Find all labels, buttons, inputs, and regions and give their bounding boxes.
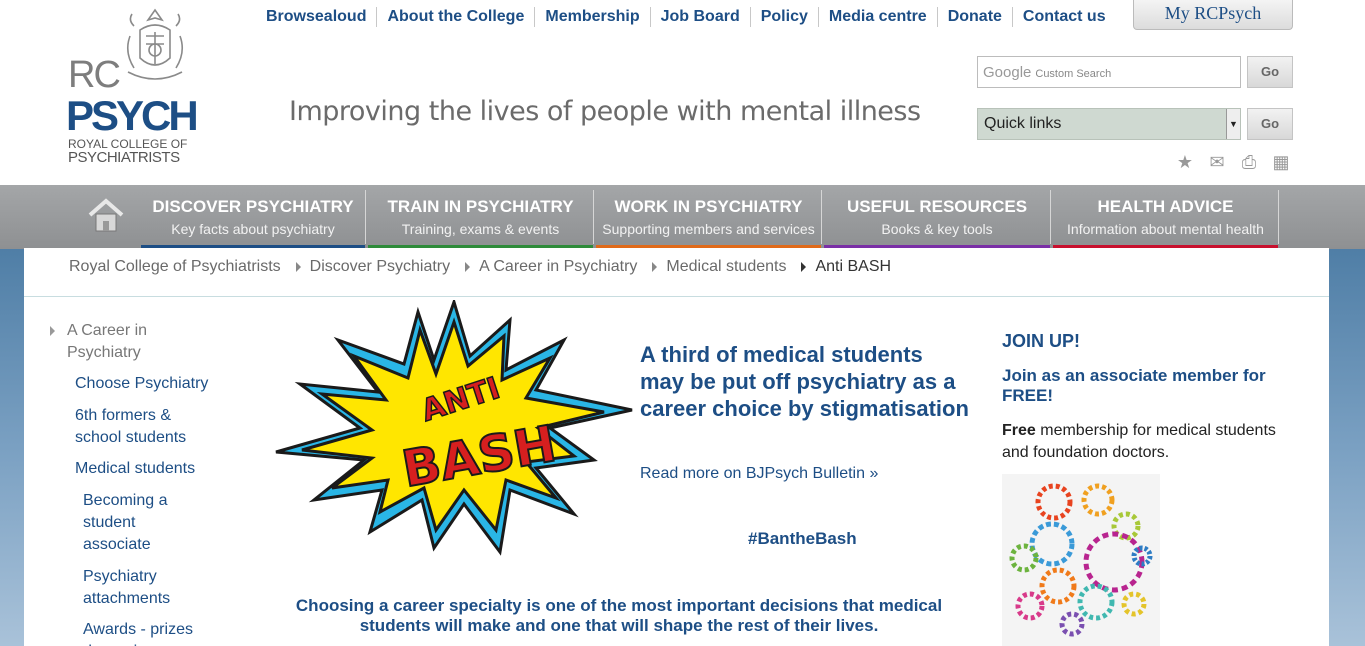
breadcrumb-arrow-icon xyxy=(652,262,658,272)
leftnav-awards[interactable]: Awards - prizes -bursaries xyxy=(48,619,198,646)
hashtag: #BantheBash xyxy=(748,529,857,548)
print-icon[interactable]: ⎙ xyxy=(1238,152,1260,172)
home-icon[interactable] xyxy=(86,197,126,233)
breadcrumb-discover[interactable]: Discover Psychiatry xyxy=(310,258,450,276)
nav-useful-resources[interactable]: USEFUL RESOURCES Books & key tools xyxy=(824,185,1050,249)
logo-subtitle-2: PSYCHIATRISTS xyxy=(68,149,180,166)
email-icon[interactable]: ✉ xyxy=(1206,152,1228,172)
breadcrumb-medical-students[interactable]: Medical students xyxy=(666,258,786,276)
nav-work-in-psychiatry[interactable]: WORK IN PSYCHIATRY Supporting members an… xyxy=(596,185,821,249)
breadcrumb-arrow-icon xyxy=(465,262,471,272)
quick-links-value: Quick links xyxy=(984,115,1062,132)
dropdown-arrow-icon: ▼ xyxy=(1226,109,1240,139)
read-more-link[interactable]: Read more on BJPsych Bulletin » xyxy=(640,465,878,483)
quick-links-go-button[interactable]: Go xyxy=(1247,108,1293,140)
join-up-heading: JOIN UP! xyxy=(1002,331,1081,351)
breadcrumb: Royal College of Psychiatrists Discover … xyxy=(69,258,891,276)
breadcrumb-career[interactable]: A Career in Psychiatry xyxy=(479,258,637,276)
search-go-button[interactable]: Go xyxy=(1247,56,1293,88)
breadcrumb-arrow-icon xyxy=(801,262,807,272)
nav-subtitle: Training, exams & events xyxy=(401,221,560,237)
main-navigation: DISCOVER PSYCHIATRY Key facts about psyc… xyxy=(0,185,1365,249)
nav-title: WORK IN PSYCHIATRY xyxy=(614,197,803,216)
nav-title: HEALTH ADVICE xyxy=(1097,197,1234,216)
logo-rc-text: RC xyxy=(68,54,121,96)
star-icon[interactable]: ★ xyxy=(1174,152,1196,172)
film-icon[interactable]: ▦ xyxy=(1270,152,1292,172)
free-rest: membership for medical students and foun… xyxy=(1002,422,1276,461)
free-membership-text: Free membership for medical students and… xyxy=(1002,420,1292,464)
crest-icon xyxy=(126,8,184,80)
nav-train-in-psychiatry[interactable]: TRAIN IN PSYCHIATRY Training, exams & ev… xyxy=(368,185,593,249)
nav-divider xyxy=(365,190,366,244)
nav-health-advice[interactable]: HEALTH ADVICE Information about mental h… xyxy=(1053,185,1278,249)
topnav-policy[interactable]: Policy xyxy=(749,7,818,27)
leftnav-psychiatry-attachments[interactable]: Psychiatry attachments xyxy=(48,566,198,610)
tagline: Improving the lives of people with menta… xyxy=(289,96,921,127)
gears-brain-image[interactable] xyxy=(1002,474,1160,646)
headline: A third of medical students may be put o… xyxy=(640,342,969,421)
nav-discover-psychiatry[interactable]: DISCOVER PSYCHIATRY Key facts about psyc… xyxy=(141,185,365,249)
nav-divider xyxy=(821,190,822,244)
leftnav-heading[interactable]: A Career in Psychiatry xyxy=(48,320,188,364)
anti-bash-graphic: ANTI BASH xyxy=(275,300,633,556)
page-tools: ★ ✉ ⎙ ▦ xyxy=(1174,152,1292,172)
left-navigation: A Career in Psychiatry Choose Psychiatry… xyxy=(48,320,238,646)
search-field[interactable]: Google Custom Search xyxy=(977,56,1241,88)
free-bold: Free xyxy=(1002,422,1036,439)
rcpsych-logo[interactable]: RC PSYCH ROYAL COLLEGE OF PSYCHIATRISTS xyxy=(66,6,206,170)
breadcrumb-current: Anti BASH xyxy=(815,258,892,275)
logo-psych-text: PSYCH xyxy=(66,92,199,139)
intro-paragraph: Choosing a career specialty is one of th… xyxy=(295,596,943,635)
top-navigation: Browsealoud About the College Membership… xyxy=(256,7,1116,27)
leftnav-student-associate[interactable]: Becoming a student associate xyxy=(48,490,198,556)
nav-subtitle: Key facts about psychiatry xyxy=(171,221,335,237)
search-input[interactable] xyxy=(978,57,1240,87)
nav-subtitle: Books & key tools xyxy=(881,221,993,237)
my-rcpsych-button[interactable]: My RCPsych xyxy=(1133,0,1293,30)
nav-subtitle: Information about mental health xyxy=(1067,221,1264,237)
nav-divider xyxy=(1278,190,1279,244)
nav-divider xyxy=(593,190,594,244)
nav-subtitle: Supporting members and services xyxy=(602,221,815,237)
leftnav-choose-psychiatry[interactable]: Choose Psychiatry xyxy=(48,373,218,395)
topnav-contact[interactable]: Contact us xyxy=(1011,7,1116,27)
content-panel: Royal College of Psychiatrists Discover … xyxy=(24,248,1329,646)
nav-divider xyxy=(1050,190,1051,244)
topnav-donate[interactable]: Donate xyxy=(936,7,1012,27)
nav-title: DISCOVER PSYCHIATRY xyxy=(152,197,354,216)
topnav-about[interactable]: About the College xyxy=(376,7,534,27)
join-associate-link[interactable]: Join as an associate member for FREE! xyxy=(1002,366,1292,406)
topnav-browsealoud[interactable]: Browsealoud xyxy=(256,7,376,27)
breadcrumb-divider xyxy=(24,296,1329,297)
nav-title: USEFUL RESOURCES xyxy=(846,197,1028,216)
breadcrumb-arrow-icon xyxy=(295,262,301,272)
nav-title: TRAIN IN PSYCHIATRY xyxy=(387,197,574,216)
topnav-job-board[interactable]: Job Board xyxy=(649,7,750,27)
quick-links-select[interactable]: Quick links ▼ xyxy=(977,108,1241,140)
breadcrumb-home[interactable]: Royal College of Psychiatrists xyxy=(69,258,281,276)
topnav-media-centre[interactable]: Media centre xyxy=(817,7,937,27)
leftnav-6th-formers[interactable]: 6th formers & school students xyxy=(48,405,218,449)
topnav-membership[interactable]: Membership xyxy=(534,7,649,27)
leftnav-medical-students[interactable]: Medical students xyxy=(48,458,218,480)
